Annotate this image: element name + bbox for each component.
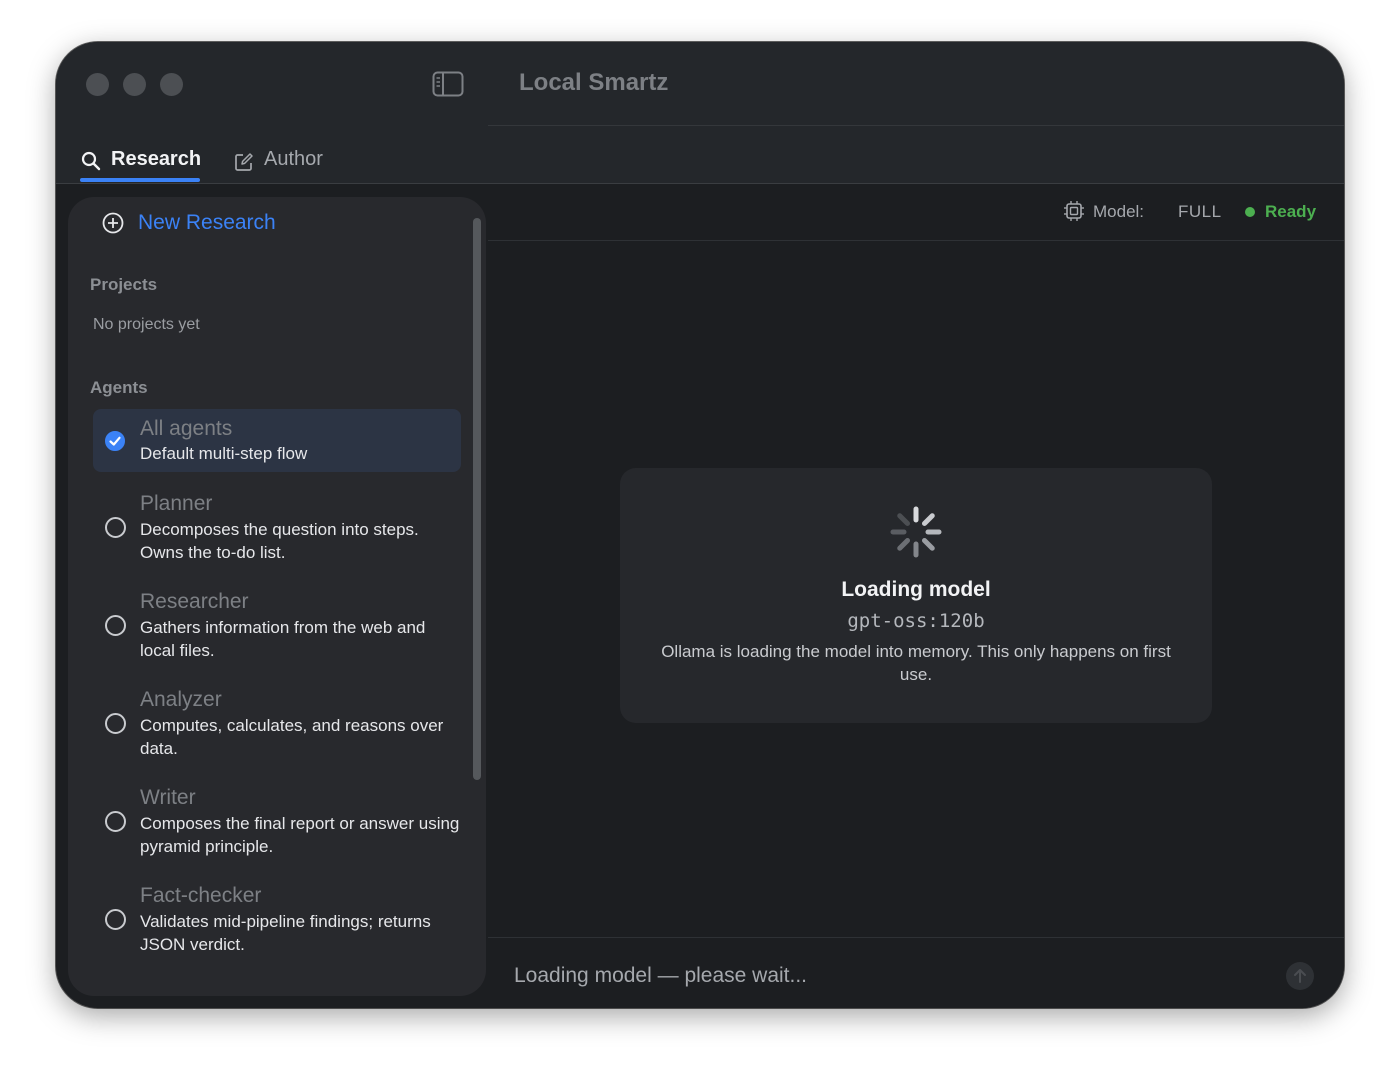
prompt-input[interactable] <box>512 960 1276 992</box>
new-research-label: New Research <box>138 211 276 234</box>
agent-description: Validates mid-pipeline findings; returns… <box>140 912 431 954</box>
agent-name: Researcher <box>140 590 249 613</box>
agent-item-writer[interactable]: Writer Composes the final report or answ… <box>93 781 461 861</box>
send-button[interactable] <box>1286 962 1314 990</box>
agent-radio[interactable] <box>105 811 126 832</box>
agent-description: Default multi-step flow <box>140 444 308 463</box>
new-research-button[interactable]: New Research <box>102 211 276 235</box>
agent-radio[interactable] <box>105 615 126 636</box>
agent-radio[interactable] <box>105 517 126 538</box>
status-dot <box>1245 207 1255 217</box>
sidebar-scrollbar[interactable] <box>473 218 481 780</box>
agent-name: All agents <box>140 417 233 440</box>
loading-title: Loading model <box>841 578 991 601</box>
app-window: Local Smartz Research Author New Researc… <box>56 42 1344 1008</box>
compose-icon <box>234 148 254 178</box>
agent-description: Composes the final report or answer usin… <box>140 814 460 856</box>
window-title: Local Smartz <box>519 69 669 96</box>
loading-card: Loading model gpt-oss:120b Ollama is loa… <box>620 468 1212 723</box>
plus-circle-icon <box>102 212 124 234</box>
main-panel: Model: FULL Ready Loading model gpt-oss:… <box>488 184 1344 1008</box>
tab-author[interactable]: Author <box>234 148 323 182</box>
loading-model-name: gpt-oss:120b <box>847 610 985 632</box>
tab-bar: Research Author <box>56 126 1344 184</box>
tab-research[interactable]: Research <box>81 148 201 182</box>
agent-name: Writer <box>140 786 196 809</box>
status-bar: Model: FULL Ready <box>488 184 1344 241</box>
checkmark-icon <box>109 436 121 446</box>
zoom-window-button[interactable] <box>160 73 183 96</box>
agent-item-researcher[interactable]: Researcher Gathers information from the … <box>93 585 461 665</box>
title-bar: Local Smartz <box>56 42 1344 126</box>
agent-description: Decomposes the question into steps. Owns… <box>140 520 419 562</box>
loading-description: Ollama is loading the model into memory.… <box>661 642 1171 684</box>
projects-heading: Projects <box>90 275 158 294</box>
sidebar-toggle-icon[interactable] <box>432 71 464 97</box>
model-label: Model: <box>1093 202 1145 221</box>
agent-radio[interactable] <box>105 713 126 734</box>
arrow-up-icon <box>1294 969 1306 983</box>
status-ready-text: Ready <box>1265 202 1317 221</box>
agent-item-planner[interactable]: Planner Decomposes the question into ste… <box>93 487 461 567</box>
close-window-button[interactable] <box>86 73 109 96</box>
agent-item-fact-checker[interactable]: Fact-checker Validates mid-pipeline find… <box>93 879 461 959</box>
projects-empty-note: No projects yet <box>93 316 200 333</box>
agent-name: Planner <box>140 492 213 515</box>
agent-item-analyzer[interactable]: Analyzer Computes, calculates, and reaso… <box>93 683 461 763</box>
agent-radio-checked[interactable] <box>105 431 125 451</box>
agent-name: Analyzer <box>140 688 222 711</box>
model-value[interactable]: FULL <box>1178 202 1222 222</box>
minimize-window-button[interactable] <box>123 73 146 96</box>
tab-author-label: Author <box>264 148 323 170</box>
active-tab-indicator <box>80 178 200 182</box>
agent-item-all-agents[interactable]: All agents Default multi-step flow <box>93 409 461 472</box>
agents-heading: Agents <box>90 378 148 397</box>
agent-description: Gathers information from the web and loc… <box>140 618 426 660</box>
tab-research-label: Research <box>111 148 202 170</box>
search-icon <box>81 148 101 177</box>
agent-name: Fact-checker <box>140 884 262 907</box>
cpu-chip-icon <box>1063 200 1085 227</box>
composer <box>488 937 1344 1008</box>
agent-description: Computes, calculates, and reasons over d… <box>140 716 444 758</box>
sidebar: New Research Projects No projects yet Ag… <box>68 197 486 996</box>
loading-spinner-icon <box>890 506 942 558</box>
agent-radio[interactable] <box>105 909 126 930</box>
